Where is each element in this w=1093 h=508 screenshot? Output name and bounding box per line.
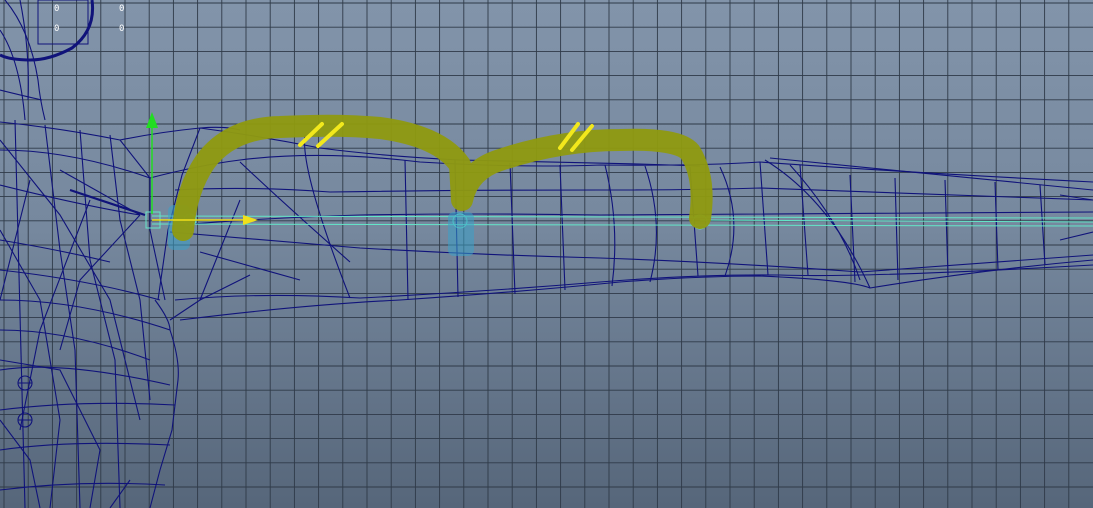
y-axis-arrowhead[interactable] [146,112,158,128]
hud-value-2: 0 [119,4,125,14]
viewport-scene[interactable] [0,0,1093,508]
hud-value-1: 0 [54,4,60,14]
joint-highlight [168,205,474,256]
hud-value-3: 0 [54,24,60,34]
viewport-grid [0,0,1093,508]
torso-wireframe [0,0,241,508]
maya-viewport[interactable]: 0 0 0 0 [0,0,1093,508]
hud-value-4: 0 [119,24,125,34]
